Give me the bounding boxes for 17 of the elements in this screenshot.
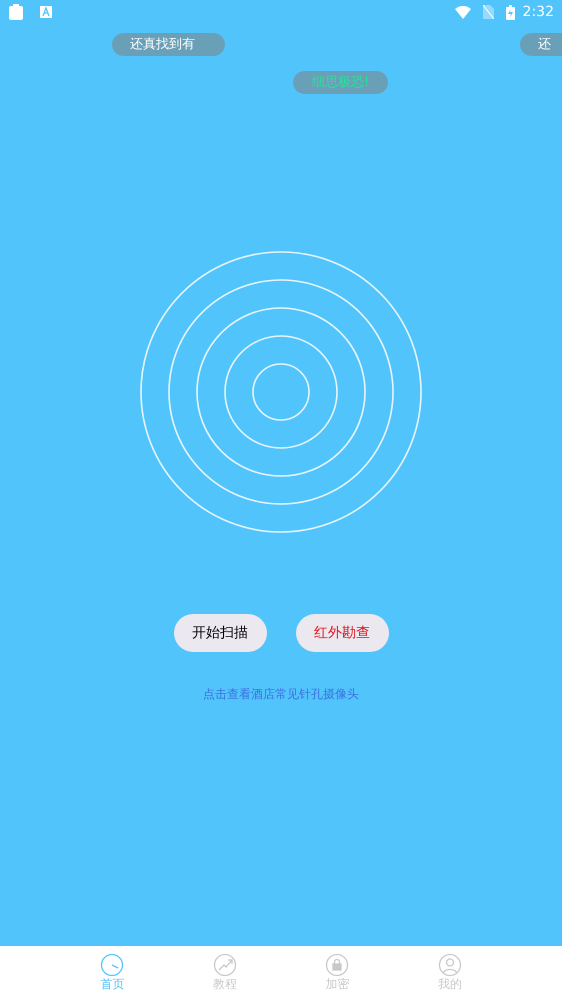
lock-icon: [325, 953, 350, 977]
keyboard-icon: [40, 6, 52, 18]
wifi-icon: [454, 6, 471, 18]
clock-time: 2:32: [522, 2, 554, 22]
action-button[interactable]: 红外勘查: [296, 614, 388, 652]
comment-bubble: 还真找到有: [112, 33, 225, 56]
battery-icon: [506, 4, 515, 20]
camera-guide-link[interactable]: 点击查看酒店常见针孔摄像头: [203, 685, 359, 703]
user-icon: [438, 953, 462, 977]
comment-bubble: 细思极恐!: [293, 71, 388, 94]
comment-bubble: 还: [520, 33, 562, 56]
action-button[interactable]: 开始扫描: [174, 614, 266, 652]
no-sim-icon: [482, 5, 494, 19]
clipboard-icon: [8, 4, 24, 20]
nav-tab[interactable]: 首页: [56, 946, 168, 999]
gauge-icon: [100, 953, 124, 977]
trend-icon: [212, 953, 237, 977]
